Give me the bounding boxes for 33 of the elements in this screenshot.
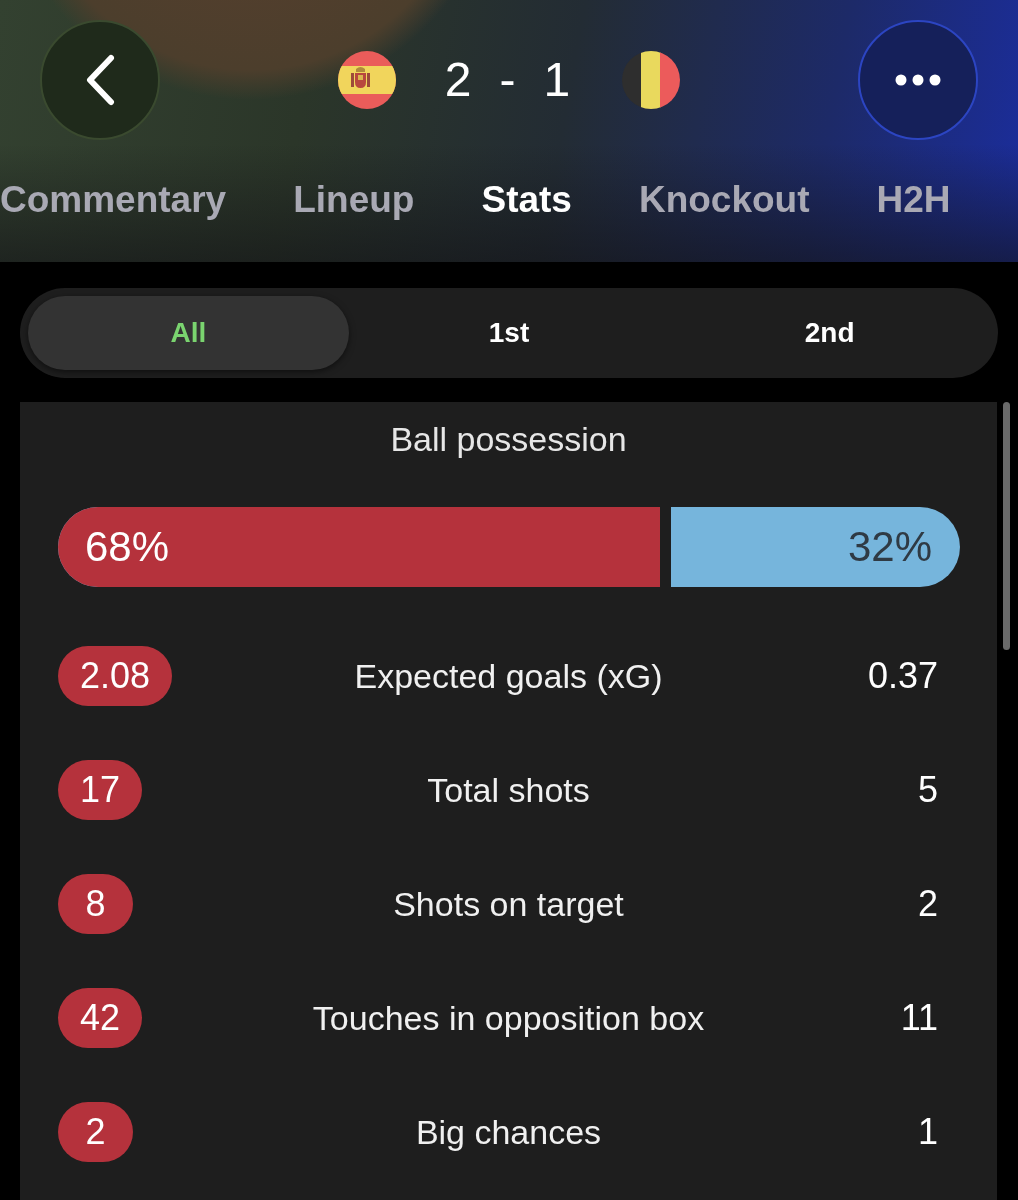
away-value: 11 xyxy=(900,996,938,1040)
home-score: 2 xyxy=(444,52,472,108)
tab[interactable]: Knockout xyxy=(638,178,810,222)
away-value: 1 xyxy=(917,1110,938,1154)
home-value-badge: 42 xyxy=(58,988,143,1048)
score-separator: - xyxy=(499,52,516,108)
period-tab[interactable]: 1st xyxy=(348,296,670,370)
away-score: 1 xyxy=(543,52,571,108)
stat-label: Shots on target xyxy=(393,884,624,925)
home-value-badge: 17 xyxy=(58,760,143,820)
home-value-badge: 2 xyxy=(58,1102,133,1162)
away-value: 5 xyxy=(917,768,938,812)
stat-label: Total shots xyxy=(427,770,590,811)
belgium-flag-icon xyxy=(622,51,681,109)
tab[interactable]: Stats xyxy=(481,178,572,222)
tab[interactable]: Lineup xyxy=(293,178,415,222)
stat-label: Big chances xyxy=(415,1112,602,1153)
stat-label: Touches in opposition box xyxy=(312,998,705,1039)
ellipsis-icon xyxy=(895,74,941,86)
period-tab[interactable]: All xyxy=(28,296,349,370)
scrollbar[interactable] xyxy=(1003,402,1010,650)
chevron-left-icon xyxy=(85,54,115,106)
tab[interactable]: H2H xyxy=(876,178,951,222)
period-tab[interactable]: 2nd xyxy=(669,296,990,370)
away-value: 0.37 xyxy=(867,654,938,698)
home-possession-value: 68% xyxy=(85,523,170,571)
possession-title: Ball possession xyxy=(390,419,627,460)
away-possession-value: 32% xyxy=(847,523,932,571)
home-value-badge: 8 xyxy=(58,874,133,934)
home-value-badge: 2.08 xyxy=(58,646,173,706)
away-value: 2 xyxy=(917,882,938,926)
tab[interactable]: Commentary xyxy=(0,178,227,222)
stat-label: Expected goals (xG) xyxy=(354,656,663,697)
